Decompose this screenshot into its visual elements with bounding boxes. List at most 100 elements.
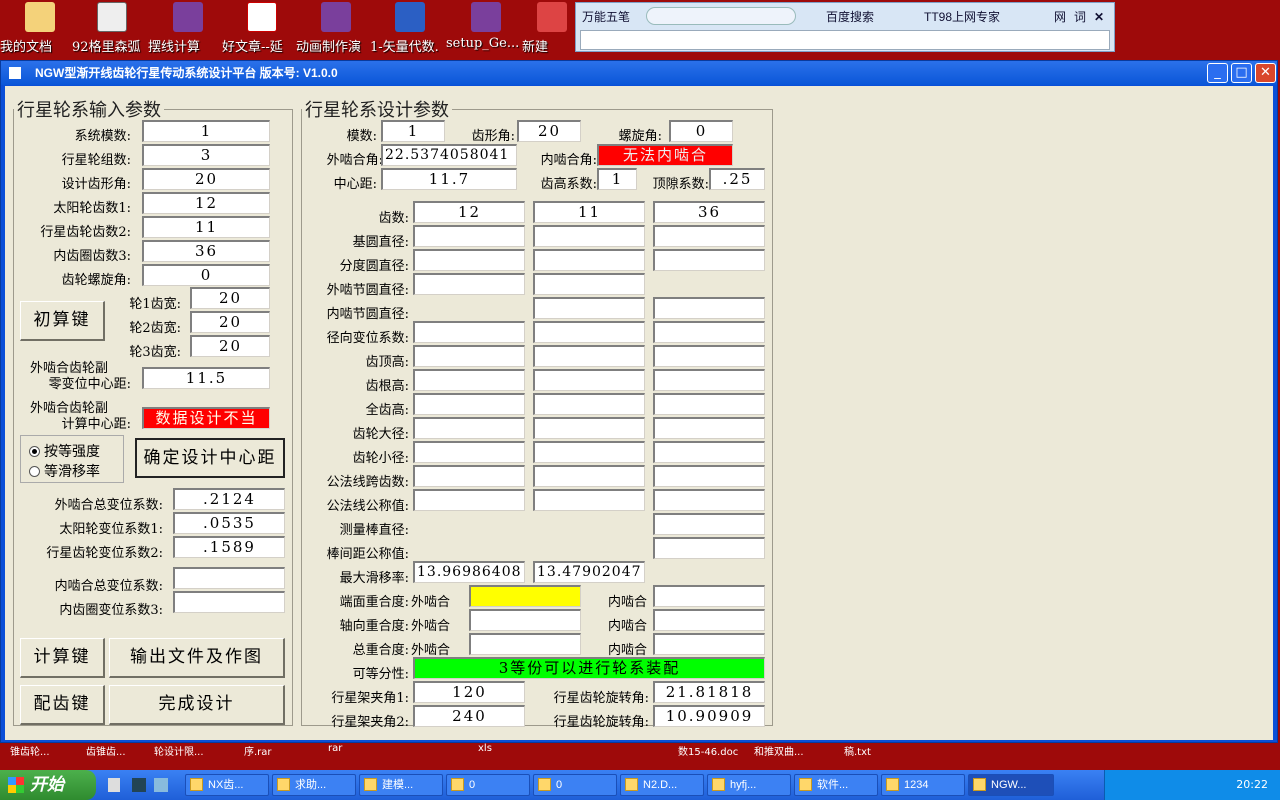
field-label: 齿形角: — [471, 129, 515, 144]
ime-word-button[interactable]: 网 — [1054, 7, 1066, 27]
desktop-icon-my-documents[interactable]: 我的文档 — [0, 2, 80, 55]
module-input[interactable]: 1 — [142, 120, 270, 142]
ime-input-bar[interactable] — [580, 30, 1110, 50]
maximize-button[interactable]: □ — [1231, 63, 1252, 83]
field-label: 轮2齿宽: — [129, 321, 181, 336]
radio-equal-slip[interactable]: 等滑移率 — [29, 461, 100, 481]
gear2-width-input[interactable]: 20 — [190, 311, 270, 333]
helix-angle-input[interactable]: 0 — [142, 264, 270, 286]
desktop-icon-file[interactable]: 新建 — [522, 2, 582, 55]
ring-teeth-input[interactable]: 36 — [142, 240, 270, 262]
center-distance-text: 11.7 — [428, 170, 471, 188]
desktop-icon-file[interactable]: 动画制作演 — [296, 2, 376, 55]
desktop-icon-file[interactable]: 摆线计算 — [148, 2, 228, 55]
field-label: 总重合度: — [352, 643, 409, 658]
app-icon — [9, 67, 21, 79]
param-cell — [653, 513, 765, 535]
task-item[interactable]: N2.D... — [620, 774, 704, 796]
task-item[interactable]: NX齿... — [185, 774, 269, 796]
output-button[interactable]: 输出文件及作图 — [109, 638, 285, 678]
tt98-button[interactable]: TT98上网专家 — [924, 7, 1000, 27]
param-cell — [533, 273, 645, 295]
int-mesh-angle: 无法内啮合 — [597, 144, 733, 166]
folder-icon — [538, 778, 551, 791]
field-label: 齿数: — [378, 211, 409, 226]
field-label: 公法线公称值: — [326, 499, 409, 514]
param-cell — [653, 321, 765, 343]
field-label: 行星齿轮变位系数2: — [46, 546, 163, 561]
field-label: 中心距: — [333, 177, 377, 192]
desktop-label: 数15-46.doc — [678, 747, 739, 758]
param-cell — [533, 489, 645, 511]
total-int — [653, 633, 765, 655]
param-cell — [653, 441, 765, 463]
param-cell — [413, 273, 525, 295]
param-cell — [533, 321, 645, 343]
field-label: 计算中心距: — [61, 417, 131, 432]
minimize-button[interactable]: _ — [1207, 63, 1228, 83]
field-label: 轴向重合度: — [339, 619, 409, 634]
field-label: 内啮合角: — [540, 153, 597, 168]
ime-input-pill[interactable] — [646, 7, 796, 25]
field-label: 齿顶高: — [365, 355, 409, 370]
ime-dict-button[interactable]: 词 — [1074, 7, 1086, 27]
finish-design-button[interactable]: 完成设计 — [109, 685, 285, 725]
task-item[interactable]: hyfj... — [707, 774, 791, 796]
param-cell — [413, 369, 525, 391]
addendum-value: 1 — [597, 168, 637, 190]
match-teeth-button[interactable]: 配齿键 — [20, 685, 105, 725]
quicklaunch-icon[interactable] — [108, 778, 120, 792]
param-cell — [653, 537, 765, 559]
start-button[interactable]: 开始 — [0, 770, 96, 800]
module-value: 1 — [381, 120, 445, 142]
confirm-center-button[interactable]: 确定设计中心距 — [135, 438, 285, 478]
param-cell — [533, 393, 645, 415]
field-label: 内啮合 — [607, 619, 647, 634]
clock[interactable]: 20:22 — [1236, 778, 1268, 791]
gear3-width-input[interactable]: 20 — [190, 335, 270, 357]
sun-teeth-input[interactable]: 12 — [142, 192, 270, 214]
planet-teeth-input[interactable]: 11 — [142, 216, 270, 238]
field-label: 齿高系数: — [540, 177, 597, 192]
quicklaunch-icon[interactable] — [132, 778, 146, 792]
task-item[interactable]: 0 — [446, 774, 530, 796]
desktop-icon-file[interactable]: 好文章--延 — [222, 2, 302, 55]
close-button[interactable]: ✕ — [1255, 63, 1276, 83]
task-item[interactable]: 1234 — [881, 774, 965, 796]
folder-icon — [364, 778, 377, 791]
field-label: 螺旋角: — [618, 129, 662, 144]
field-label: 模数: — [346, 129, 377, 144]
desktop-label: 序.rar — [244, 747, 272, 758]
carrier-angle-2: 240 — [413, 705, 525, 727]
calc-button[interactable]: 计算键 — [20, 638, 105, 678]
gear1-width-input[interactable]: 20 — [190, 287, 270, 309]
center-distance-value: 11.7 — [381, 168, 517, 190]
field-label: 全齿高: — [365, 403, 409, 418]
ime-close-icon[interactable]: ✕ — [1094, 7, 1104, 27]
task-item-active[interactable]: NGW... — [968, 774, 1054, 796]
tooth-angle-value: 20 — [517, 120, 581, 142]
desktop-icon-file[interactable]: setup_Ge... — [446, 2, 526, 54]
window-titlebar[interactable]: NGW型渐开线齿轮行星传动系统设计平台 版本号: V1.0.0 — [1, 61, 1277, 85]
baidu-search-button[interactable]: 百度搜索 — [826, 7, 874, 27]
clearance-value: .25 — [709, 168, 765, 190]
task-item[interactable]: 建模... — [359, 774, 443, 796]
task-item[interactable]: 求助... — [272, 774, 356, 796]
folder-icon — [25, 2, 55, 32]
int-total-shift — [173, 567, 285, 589]
planet-groups-input[interactable]: 3 — [142, 144, 270, 166]
param-cell — [413, 417, 525, 439]
task-item[interactable]: 0 — [533, 774, 617, 796]
init-calc-button[interactable]: 初算键 — [20, 301, 105, 341]
desktop-icon-file[interactable]: 1-矢量代数. — [370, 2, 450, 55]
quicklaunch-icon[interactable] — [154, 778, 168, 792]
pressure-angle-input[interactable]: 20 — [142, 168, 270, 190]
field-label: 行星轮组数: — [61, 153, 131, 168]
desktop-icon-file[interactable]: 92格里森弧 — [72, 2, 152, 55]
radio-equal-strength[interactable]: 按等强度 — [29, 441, 100, 461]
param-cell — [653, 345, 765, 367]
field-label: 测量棒直径: — [339, 523, 409, 538]
param-cell — [653, 297, 765, 319]
task-item[interactable]: 软件... — [794, 774, 878, 796]
field-label: 行星齿轮旋转角: — [553, 691, 649, 706]
